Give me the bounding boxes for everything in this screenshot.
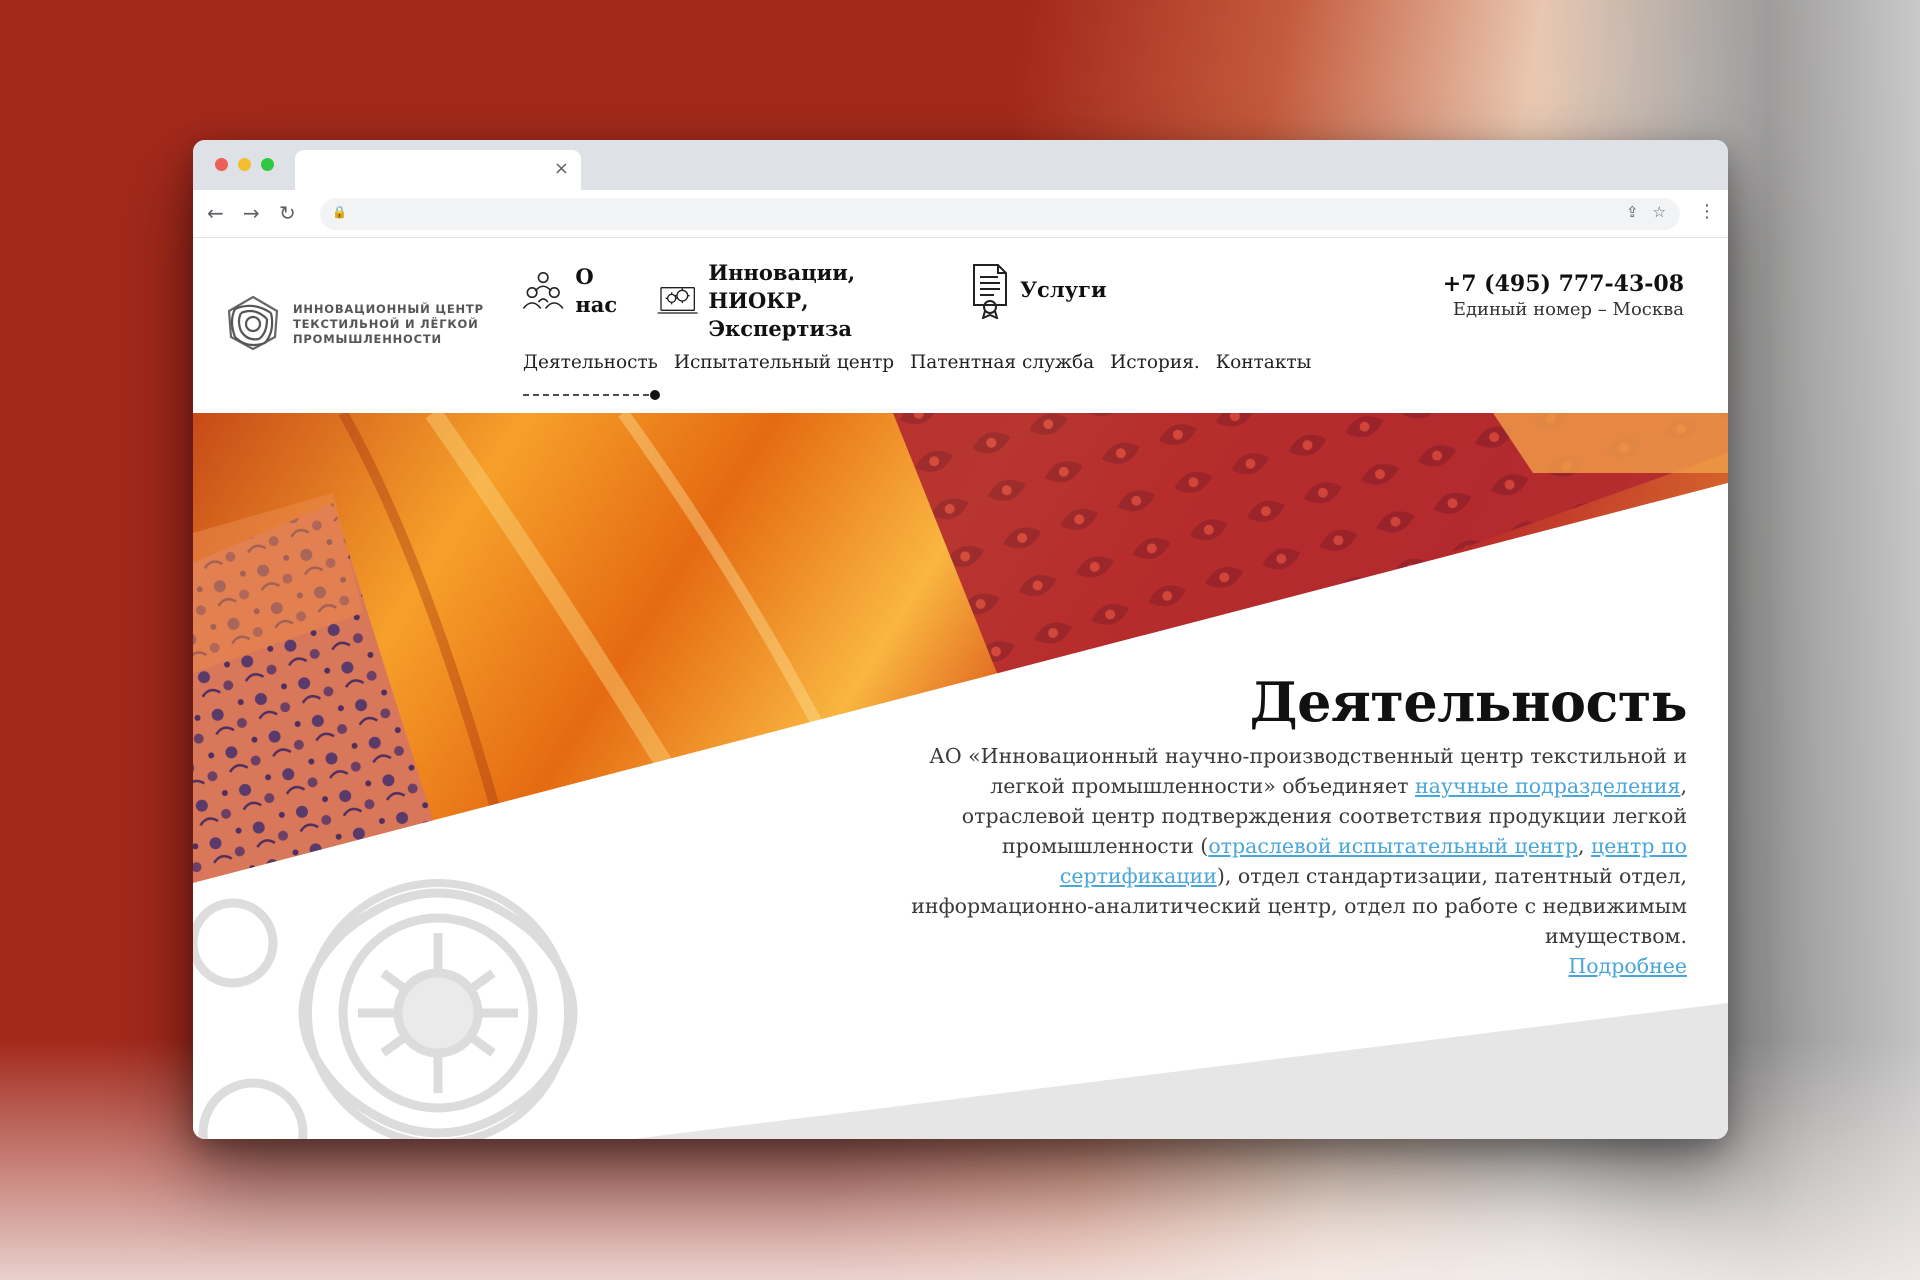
nav-innovations-line-1: Инновации,: [708, 260, 856, 285]
link-testing-center[interactable]: отраслевой испытательный центр: [1208, 834, 1578, 858]
nav-innovations-line-2: НИОКР, Экспертиза: [708, 288, 852, 341]
certificate-icon: [973, 264, 1007, 319]
nav-services-label: Услуги: [1020, 277, 1107, 302]
forward-button[interactable]: →: [243, 201, 260, 225]
browser-window: × ← → ↻ 🔒 ⇪ ☆ ⋮ ИННОВАЦИОННЫЙ ЦЕНТР ТЕКС…: [193, 140, 1728, 1139]
active-nav-indicator: [523, 390, 660, 400]
activity-description: АО «Инновационный научно-производственны…: [887, 741, 1687, 951]
contact-block: +7 (495) 777-43-08 Единый номер – Москва: [1443, 271, 1684, 320]
sub-nav-activity[interactable]: Деятельность: [523, 352, 658, 373]
logo-line-3: ПРОМЫШЛЕННОСТИ: [293, 332, 442, 346]
minimize-window-button[interactable]: [238, 158, 251, 171]
tab-close-icon[interactable]: ×: [554, 159, 569, 179]
nav-innovations[interactable]: Инновации, НИОКР, Экспертиза: [657, 259, 876, 343]
sub-nav-testing-center[interactable]: Испытательный центр: [674, 352, 894, 373]
maximize-window-button[interactable]: [261, 158, 274, 171]
browser-tab[interactable]: ×: [295, 150, 581, 190]
phone-note: Единый номер – Москва: [1452, 299, 1684, 320]
logo-icon[interactable]: [221, 291, 285, 355]
back-button[interactable]: ←: [207, 201, 224, 225]
people-icon: [522, 271, 564, 309]
sub-nav-history[interactable]: История.: [1110, 352, 1200, 373]
share-icon[interactable]: ⇪: [1626, 203, 1639, 221]
browser-titlebar: ×: [193, 140, 1728, 190]
description-separator: ,: [1577, 834, 1592, 858]
phone-number[interactable]: +7 (495) 777-43-08: [1443, 271, 1684, 297]
logo-line-1: ИННОВАЦИОННЫЙ ЦЕНТР: [293, 302, 484, 316]
web-page: ИННОВАЦИОННЫЙ ЦЕНТР ТЕКСТИЛЬНОЙ И ЛЁГКОЙ…: [193, 239, 1728, 1139]
browser-toolbar: ← → ↻ 🔒 ⇪ ☆ ⋮: [193, 190, 1728, 238]
nav-about-label: О нас: [575, 264, 618, 317]
reload-button[interactable]: ↻: [279, 201, 296, 225]
description-text-3: ), отдел стандартизации, патентный отдел…: [911, 864, 1687, 948]
activity-content: Деятельность АО «Инновационный научно-пр…: [887, 671, 1687, 981]
window-controls: [215, 158, 274, 171]
browser-menu-icon[interactable]: ⋮: [1698, 200, 1716, 224]
close-window-button[interactable]: [215, 158, 228, 171]
read-more-link[interactable]: Подробнее: [887, 951, 1687, 981]
nav-about[interactable]: О нас: [521, 263, 629, 319]
logo-line-2: ТЕКСТИЛЬНОЙ И ЛЁГКОЙ: [293, 317, 479, 331]
hero-section: Деятельность АО «Инновационный научно-пр…: [193, 413, 1728, 1139]
sub-nav-contacts[interactable]: Контакты: [1216, 352, 1312, 373]
sub-nav: Деятельность Испытательный центр Патентн…: [523, 352, 1311, 373]
nav-innovations-label: Инновации, НИОКР, Экспертиза: [708, 259, 875, 343]
nav-services[interactable]: Услуги: [970, 261, 1107, 319]
address-bar[interactable]: 🔒 ⇪ ☆: [320, 198, 1680, 230]
site-header: ИННОВАЦИОННЫЙ ЦЕНТР ТЕКСТИЛЬНОЙ И ЛЁГКОЙ…: [193, 239, 1728, 413]
logo-text[interactable]: ИННОВАЦИОННЫЙ ЦЕНТР ТЕКСТИЛЬНОЙ И ЛЁГКОЙ…: [293, 302, 493, 347]
sub-nav-patent-service[interactable]: Патентная служба: [910, 352, 1094, 373]
page-title: Деятельность: [1249, 670, 1688, 734]
bookmark-star-icon[interactable]: ☆: [1653, 203, 1666, 221]
lock-icon[interactable]: 🔒: [332, 205, 347, 219]
gears-laptop-icon: [657, 287, 698, 314]
link-scientific-subdivisions[interactable]: научные подразделения: [1415, 774, 1680, 798]
